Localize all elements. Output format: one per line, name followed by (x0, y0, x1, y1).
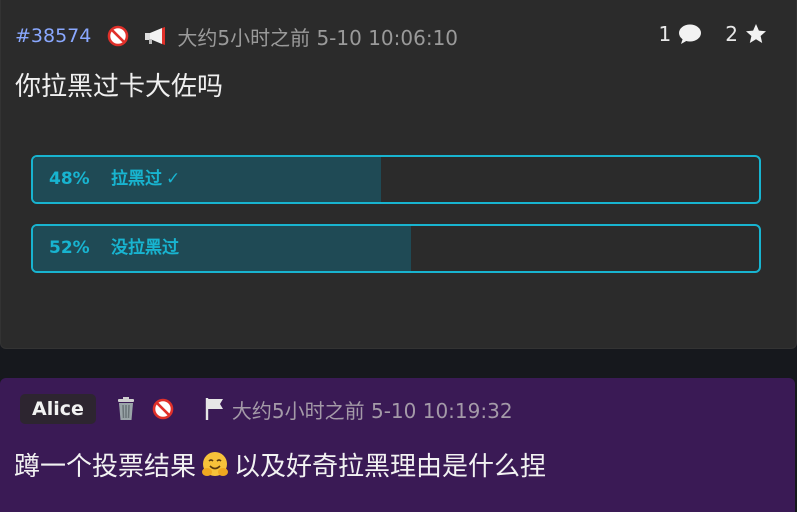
poll-percent-2: 52% (49, 238, 90, 258)
poll-label-1: 拉黑过 ✓ (111, 157, 180, 202)
post-id[interactable]: #38574 (15, 25, 91, 47)
reply-text-before: 蹲一个投票结果 (14, 452, 197, 482)
star-counter[interactable]: 2 (725, 22, 768, 46)
post-timestamp: 大约5小时之前 5-10 10:06:10 (177, 25, 459, 50)
flag-icon[interactable] (202, 396, 228, 422)
poll-percent-1: 48% (49, 169, 90, 189)
comment-count: 1 (658, 22, 672, 46)
poll-label-2: 没拉黑过 (111, 238, 179, 258)
megaphone-icon[interactable] (143, 25, 169, 47)
poll-option-1[interactable]: 48% 拉黑过 ✓ (31, 155, 761, 204)
reply-text-after: 以及好奇拉黑理由是什么捏 (234, 452, 547, 482)
reply-text: 蹲一个投票结果 以及好奇拉黑理由是什么捏 (14, 446, 546, 483)
reply-header: Alice 大约5小时之前 5-10 10:19:32 (20, 392, 513, 426)
post-counters: 1 2 (637, 22, 768, 46)
comment-icon (677, 22, 703, 46)
post-title: 你拉黑过卡大佐吗 (15, 72, 224, 102)
check-icon: ✓ (166, 169, 181, 189)
ban-icon[interactable] (152, 398, 174, 420)
star-count: 2 (725, 22, 738, 46)
comment-counter[interactable]: 1 (659, 22, 704, 46)
author-badge[interactable]: Alice (20, 394, 96, 424)
poll-label-text-1: 拉黑过 (111, 169, 162, 189)
trash-icon[interactable] (114, 396, 138, 422)
post-card: #38574 大约5小时之前 5-10 10:06:10 1 2 你拉黑过卡大佐… (0, 0, 797, 349)
reply-card: Alice 大约5小时之前 5-10 10:19:32 蹲一个投票结果 以及好奇… (0, 378, 795, 512)
post-header: #38574 大约5小时之前 5-10 10:06:10 (15, 22, 458, 50)
poll-option-2[interactable]: 52% 没拉黑过 (31, 224, 761, 273)
hug-emoji-icon (200, 450, 230, 480)
reply-timestamp: 大约5小时之前 5-10 10:19:32 (231, 398, 513, 423)
ban-icon[interactable] (107, 25, 129, 47)
star-icon (744, 22, 768, 46)
